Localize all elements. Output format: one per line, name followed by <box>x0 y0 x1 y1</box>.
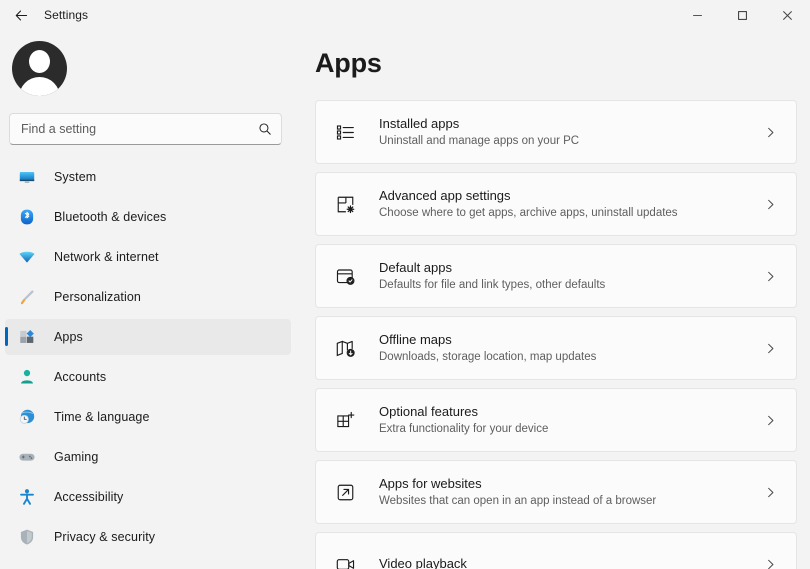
wifi-icon <box>18 248 36 266</box>
video-icon <box>333 552 357 569</box>
card-title: Advanced app settings <box>379 187 762 204</box>
back-button[interactable] <box>4 1 38 29</box>
sidebar-item-label: Network & internet <box>54 250 159 264</box>
card-default-apps[interactable]: Default apps Defaults for file and link … <box>315 244 797 308</box>
sidebar-item-network-internet[interactable]: Network & internet <box>5 239 291 275</box>
bluetooth-icon <box>18 208 36 226</box>
chevron-right-icon <box>762 198 778 211</box>
sidebar-item-gaming[interactable]: Gaming <box>5 439 291 475</box>
search-input[interactable] <box>21 122 258 136</box>
chevron-right-icon <box>762 558 778 569</box>
paintbrush-icon <box>18 288 36 306</box>
card-text: Video playback <box>379 555 762 569</box>
avatar-head <box>29 50 50 73</box>
app-gear-icon <box>333 192 357 216</box>
sidebar-item-system[interactable]: System <box>5 159 291 195</box>
close-button[interactable] <box>765 0 810 30</box>
window-body: System Bluetooth & devices <box>0 30 810 569</box>
list-apps-icon <box>333 120 357 144</box>
card-title: Default apps <box>379 259 762 276</box>
card-text: Advanced app settings Choose where to ge… <box>379 187 762 221</box>
gamepad-icon <box>18 448 36 466</box>
sidebar-item-label: Accessibility <box>54 490 123 504</box>
chevron-right-icon <box>762 270 778 283</box>
settings-cards: Installed apps Uninstall and manage apps… <box>315 100 810 569</box>
sidebar-item-privacy-security[interactable]: Privacy & security <box>5 519 291 555</box>
minimize-icon <box>692 10 703 21</box>
default-check-icon <box>333 264 357 288</box>
window-controls <box>675 0 810 30</box>
back-arrow-icon <box>14 8 29 23</box>
maximize-button[interactable] <box>720 0 765 30</box>
clock-globe-icon <box>18 408 36 426</box>
minimize-button[interactable] <box>675 0 720 30</box>
sidebar-item-personalization[interactable]: Personalization <box>5 279 291 315</box>
grid-plus-icon <box>333 408 357 432</box>
card-subtitle: Websites that can open in an app instead… <box>379 493 762 509</box>
avatar-container[interactable] <box>0 30 291 96</box>
search-box[interactable] <box>9 113 282 145</box>
main-content: Apps Installed apps Uninstall <box>300 30 810 569</box>
sidebar-item-bluetooth-devices[interactable]: Bluetooth & devices <box>5 199 291 235</box>
card-text: Installed apps Uninstall and manage apps… <box>379 115 762 149</box>
sidebar-item-label: Bluetooth & devices <box>54 210 166 224</box>
card-subtitle: Uninstall and manage apps on your PC <box>379 133 762 149</box>
card-title: Apps for websites <box>379 475 762 492</box>
card-title: Video playback <box>379 555 762 569</box>
avatar-shoulders <box>19 77 60 96</box>
window-title: Settings <box>44 8 88 22</box>
chevron-right-icon <box>762 342 778 355</box>
card-offline-maps[interactable]: Offline maps Downloads, storage location… <box>315 316 797 380</box>
sidebar-item-label: Accounts <box>54 370 106 384</box>
shield-icon <box>18 528 36 546</box>
close-icon <box>782 10 793 21</box>
sidebar-item-label: Apps <box>54 330 83 344</box>
accessibility-icon <box>18 488 36 506</box>
card-subtitle: Downloads, storage location, map updates <box>379 349 762 365</box>
card-title: Optional features <box>379 403 762 420</box>
card-title: Installed apps <box>379 115 762 132</box>
card-advanced-app-settings[interactable]: Advanced app settings Choose where to ge… <box>315 172 797 236</box>
user-avatar[interactable] <box>12 41 67 96</box>
external-link-icon <box>333 480 357 504</box>
title-bar: Settings <box>0 0 810 30</box>
card-subtitle: Extra functionality for your device <box>379 421 762 437</box>
sidebar-item-label: Gaming <box>54 450 98 464</box>
chevron-right-icon <box>762 414 778 427</box>
person-icon <box>18 368 36 386</box>
sidebar-item-apps[interactable]: Apps <box>5 319 291 355</box>
page-title: Apps <box>315 30 810 79</box>
maximize-icon <box>737 10 748 21</box>
sidebar-item-label: Privacy & security <box>54 530 155 544</box>
sidebar-item-label: Time & language <box>54 410 150 424</box>
map-download-icon <box>333 336 357 360</box>
sidebar-item-accessibility[interactable]: Accessibility <box>5 479 291 515</box>
card-optional-features[interactable]: Optional features Extra functionality fo… <box>315 388 797 452</box>
card-text: Optional features Extra functionality fo… <box>379 403 762 437</box>
sidebar-item-time-language[interactable]: Time & language <box>5 399 291 435</box>
card-text: Apps for websites Websites that can open… <box>379 475 762 509</box>
chevron-right-icon <box>762 486 778 499</box>
card-title: Offline maps <box>379 331 762 348</box>
sidebar-nav: System Bluetooth & devices <box>0 159 291 555</box>
card-installed-apps[interactable]: Installed apps Uninstall and manage apps… <box>315 100 797 164</box>
card-apps-for-websites[interactable]: Apps for websites Websites that can open… <box>315 460 797 524</box>
card-video-playback[interactable]: Video playback <box>315 532 797 569</box>
card-subtitle: Defaults for file and link types, other … <box>379 277 762 293</box>
chevron-right-icon <box>762 126 778 139</box>
card-text: Default apps Defaults for file and link … <box>379 259 762 293</box>
apps-icon <box>18 328 36 346</box>
sidebar-item-label: System <box>54 170 96 184</box>
sidebar: System Bluetooth & devices <box>0 30 300 569</box>
sidebar-item-label: Personalization <box>54 290 141 304</box>
card-subtitle: Choose where to get apps, archive apps, … <box>379 205 762 221</box>
sidebar-item-accounts[interactable]: Accounts <box>5 359 291 395</box>
search-icon <box>258 122 272 136</box>
monitor-icon <box>18 168 36 186</box>
settings-window: Settings <box>0 0 810 569</box>
card-text: Offline maps Downloads, storage location… <box>379 331 762 365</box>
